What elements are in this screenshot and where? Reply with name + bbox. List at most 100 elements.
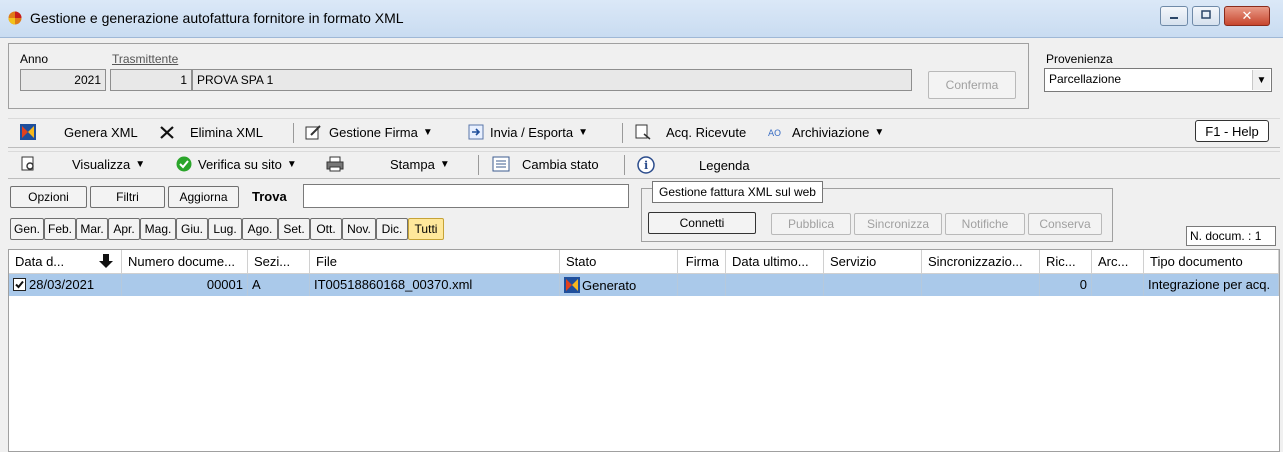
pubblica-button[interactable]: Pubblica (771, 213, 851, 235)
cell-file: IT00518860168_00370.xml (310, 274, 560, 296)
invia-icon (468, 124, 484, 140)
trasmittente-name-field: PROVA SPA 1 (192, 69, 912, 91)
acq-ricevute-button[interactable]: Acq. Ricevute (634, 124, 746, 140)
cell-stato-value: Generato (582, 278, 637, 293)
filtri-button[interactable]: Filtri (90, 186, 165, 208)
archiviazione-button[interactable]: AO Archiviazione ▼ (768, 124, 884, 140)
svg-text:AO: AO (768, 129, 781, 139)
chevron-down-icon: ▼ (422, 126, 433, 138)
provenienza-value: Parcellazione (1049, 72, 1122, 86)
cell-data-ultimo (726, 274, 824, 296)
documents-table: Data d... Numero docume... Sezi... File … (8, 249, 1280, 452)
month-tab-nov[interactable]: Nov. (342, 218, 376, 240)
month-tab-tutti[interactable]: Tutti (408, 218, 444, 240)
genera-xml-button[interactable]: Genera XML (20, 124, 138, 140)
chevron-down-icon: ▼ (578, 126, 589, 138)
acq-ricevute-label: Acq. Ricevute (666, 124, 747, 140)
chevron-down-icon: ▼ (439, 158, 450, 170)
month-tab-set[interactable]: Set. (278, 218, 310, 240)
col-header-file[interactable]: File (310, 250, 560, 274)
legenda-button[interactable]: i Legenda (637, 156, 750, 174)
cell-arc (1092, 274, 1144, 296)
month-tab-ago[interactable]: Ago. (242, 218, 278, 240)
chevron-down-icon: ▼ (874, 126, 885, 138)
col-header-firma[interactable]: Firma (678, 250, 726, 274)
notifiche-button[interactable]: Notifiche (945, 213, 1025, 235)
verifica-su-sito-button[interactable]: Verifica su sito ▼ (176, 156, 297, 172)
month-tab-giu[interactable]: Giu. (176, 218, 208, 240)
help-button[interactable]: F1 - Help (1195, 120, 1269, 142)
provenienza-select[interactable]: Parcellazione ▼ (1044, 68, 1272, 92)
month-tab-mag[interactable]: Mag. (140, 218, 176, 240)
genera-xml-icon (20, 124, 36, 140)
trova-input[interactable] (303, 184, 629, 208)
sincronizza-button[interactable]: Sincronizza (854, 213, 942, 235)
close-button[interactable]: ✕ (1224, 6, 1270, 26)
col-header-stato[interactable]: Stato (560, 250, 678, 274)
elimina-xml-label: Elimina XML (190, 124, 263, 140)
col-header-data-label: Data d... (15, 254, 65, 269)
cell-ric: 0 (1040, 274, 1092, 296)
document-count: N. docum. : 1 (1186, 226, 1276, 246)
month-tab-dic[interactable]: Dic. (376, 218, 408, 240)
printer-icon (326, 156, 344, 172)
month-tab-lug[interactable]: Lug. (208, 218, 242, 240)
col-header-tipo[interactable]: Tipo documento (1144, 250, 1279, 274)
cell-sincronizzazione (922, 274, 1040, 296)
conferma-button[interactable]: Conferma (928, 71, 1016, 99)
toolbar-separator (622, 123, 623, 143)
month-tab-gen[interactable]: Gen. (10, 218, 44, 240)
archiviazione-label: Archiviazione (792, 124, 870, 140)
aggiorna-button[interactable]: Aggiorna (168, 186, 239, 208)
cell-tipo: Integrazione per acq. (1144, 274, 1279, 296)
stampa-label: Stampa (390, 156, 435, 172)
col-header-servizio[interactable]: Servizio (824, 250, 922, 274)
invia-esporta-button[interactable]: Invia / Esporta ▼ (468, 124, 588, 140)
archiviazione-icon: AO (768, 124, 786, 140)
cell-sezione: A (248, 274, 310, 296)
maximize-button[interactable] (1192, 6, 1220, 26)
app-icon (8, 11, 22, 25)
cell-stato: Generato (560, 274, 678, 296)
connetti-button[interactable]: Connetti (648, 212, 756, 234)
chevron-down-icon[interactable]: ▼ (1252, 70, 1270, 90)
cambia-stato-button[interactable]: Cambia stato (492, 156, 599, 172)
visualizza-button[interactable]: Visualizza ▼ (20, 156, 145, 172)
gestione-firma-button[interactable]: Gestione Firma ▼ (305, 124, 433, 140)
col-header-numero[interactable]: Numero docume... (122, 250, 248, 274)
trasmittente-label: Trasmittente (112, 52, 179, 66)
firma-icon (305, 124, 323, 140)
provenienza-label: Provenienza (1046, 52, 1113, 66)
stampa-button[interactable]: Stampa ▼ (326, 156, 450, 172)
month-tab-mar[interactable]: Mar. (76, 218, 108, 240)
toolbar-separator (624, 155, 625, 175)
col-header-data[interactable]: Data d... (9, 250, 122, 274)
month-tab-apr[interactable]: Apr. (108, 218, 140, 240)
genera-xml-icon (564, 277, 580, 296)
elimina-xml-button[interactable]: Elimina XML (158, 124, 263, 140)
checkbox-icon[interactable] (13, 278, 26, 294)
month-tab-ott[interactable]: Ott. (310, 218, 342, 240)
col-header-sincronizzazione[interactable]: Sincronizzazio... (922, 250, 1040, 274)
col-header-ric[interactable]: Ric... (1040, 250, 1092, 274)
trasmittente-code-field[interactable]: 1 (110, 69, 192, 91)
chevron-down-icon: ▼ (286, 158, 297, 170)
invia-esporta-label: Invia / Esporta (490, 124, 574, 140)
window-title: Gestione e generazione autofattura forni… (30, 10, 404, 26)
conserva-button[interactable]: Conserva (1028, 213, 1102, 235)
anno-field[interactable]: 2021 (20, 69, 106, 91)
month-tab-feb[interactable]: Feb. (44, 218, 76, 240)
legenda-label: Legenda (699, 157, 750, 173)
cell-numero: 00001 (122, 274, 248, 296)
col-header-sezione[interactable]: Sezi... (248, 250, 310, 274)
sort-down-icon (99, 254, 113, 271)
cell-servizio (824, 274, 922, 296)
cambia-stato-label: Cambia stato (522, 156, 599, 172)
visualizza-icon (20, 156, 36, 172)
chevron-down-icon: ▼ (135, 158, 146, 170)
opzioni-button[interactable]: Opzioni (10, 186, 87, 208)
minimize-button[interactable] (1160, 6, 1188, 26)
col-header-data-ultimo[interactable]: Data ultimo... (726, 250, 824, 274)
col-header-arc[interactable]: Arc... (1092, 250, 1144, 274)
trova-label: Trova (252, 189, 287, 204)
